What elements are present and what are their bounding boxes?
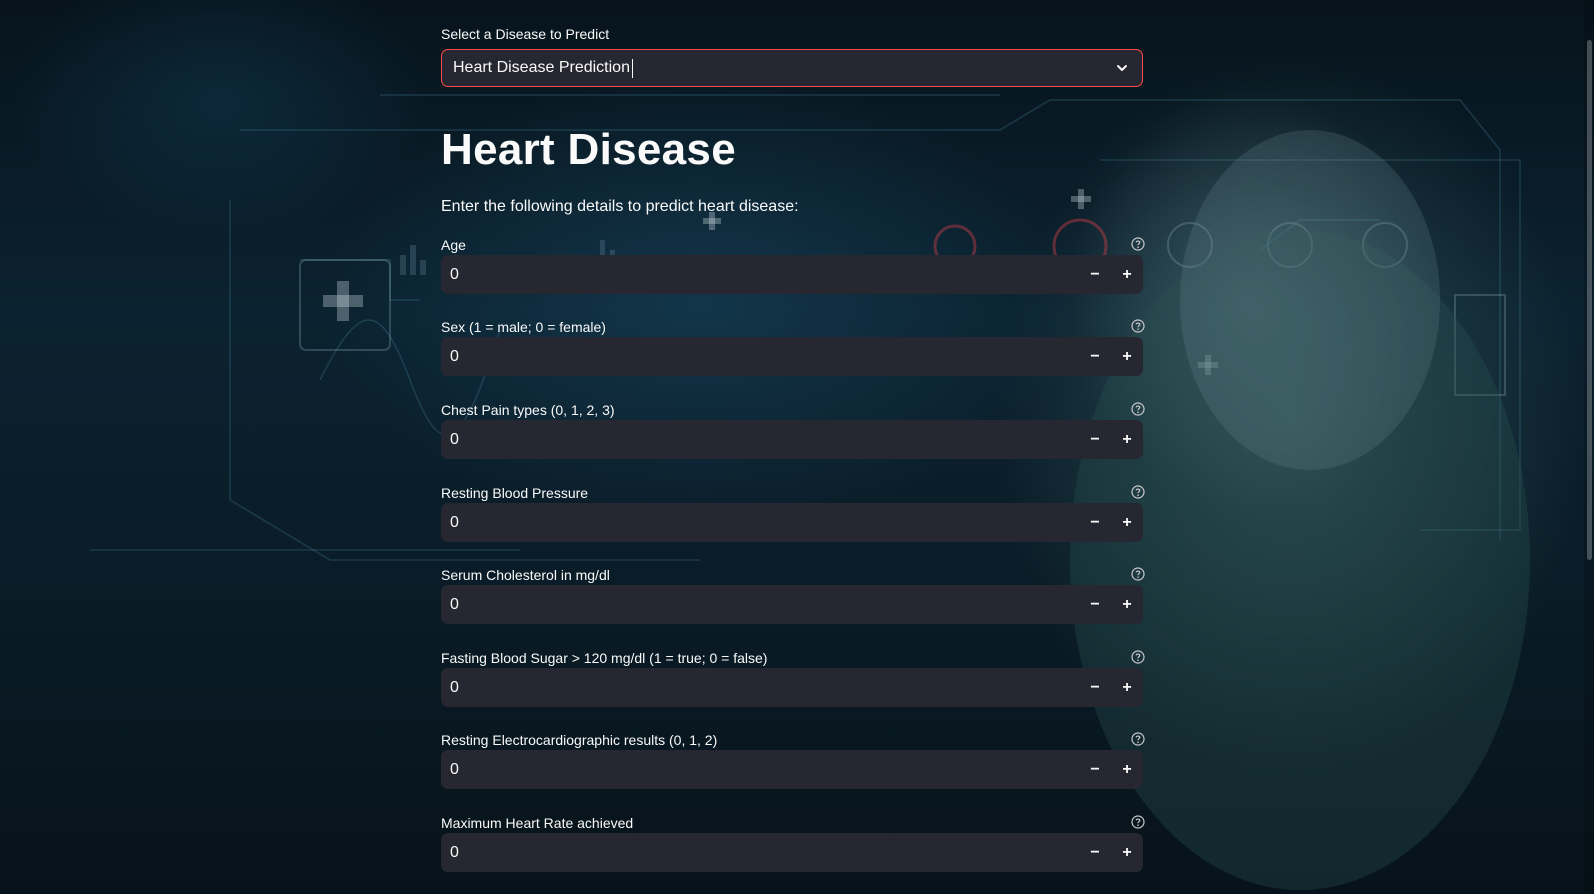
input-value[interactable]: 0 xyxy=(441,431,1079,449)
disease-select-label: Select a Disease to Predict xyxy=(441,26,610,42)
input-value[interactable]: 0 xyxy=(441,761,1079,779)
field-sex: Sex (1 = male; 0 = female) 0 − + xyxy=(441,318,1145,398)
scrollbar-thumb[interactable] xyxy=(1587,40,1592,560)
increment-button[interactable]: + xyxy=(1111,503,1143,542)
fasting-blood-sugar-input[interactable]: 0 − + xyxy=(441,668,1143,707)
field-resting-bp: Resting Blood Pressure 0 − + xyxy=(441,484,1145,564)
input-value[interactable]: 0 xyxy=(441,596,1079,614)
field-resting-ecg: Resting Electrocardiographic results (0,… xyxy=(441,731,1145,811)
increment-button[interactable]: + xyxy=(1111,255,1143,294)
help-circle-icon[interactable] xyxy=(1131,650,1145,664)
increment-button[interactable]: + xyxy=(1111,833,1143,872)
field-cholesterol: Serum Cholesterol in mg/dl 0 − + xyxy=(441,566,1145,646)
disease-select-value: Heart Disease Prediction xyxy=(453,59,630,76)
page-subtitle: Enter the following details to predict h… xyxy=(441,198,799,215)
sex-input[interactable]: 0 − + xyxy=(441,337,1143,376)
field-label: Maximum Heart Rate achieved xyxy=(441,815,634,831)
help-circle-icon[interactable] xyxy=(1131,567,1145,581)
field-label: Sex (1 = male; 0 = female) xyxy=(441,319,606,335)
help-circle-icon[interactable] xyxy=(1131,732,1145,746)
decrement-button[interactable]: − xyxy=(1079,337,1111,376)
input-value[interactable]: 0 xyxy=(441,266,1079,284)
decrement-button[interactable]: − xyxy=(1079,255,1111,294)
input-value[interactable]: 0 xyxy=(441,514,1079,532)
field-chest-pain: Chest Pain types (0, 1, 2, 3) 0 − + xyxy=(441,401,1145,481)
help-circle-icon[interactable] xyxy=(1131,237,1145,251)
increment-button[interactable]: + xyxy=(1111,420,1143,459)
decrement-button[interactable]: − xyxy=(1079,420,1111,459)
field-max-heart-rate: Maximum Heart Rate achieved 0 − + xyxy=(441,814,1145,894)
help-circle-icon[interactable] xyxy=(1131,815,1145,829)
field-label: Age xyxy=(441,237,466,253)
input-value[interactable]: 0 xyxy=(441,844,1079,862)
help-circle-icon[interactable] xyxy=(1131,485,1145,499)
decrement-button[interactable]: − xyxy=(1079,668,1111,707)
input-value[interactable]: 0 xyxy=(441,348,1079,366)
field-label: Resting Electrocardiographic results (0,… xyxy=(441,732,718,748)
resting-ecg-input[interactable]: 0 − + xyxy=(441,750,1143,789)
max-heart-rate-input[interactable]: 0 − + xyxy=(441,833,1143,872)
decrement-button[interactable]: − xyxy=(1079,585,1111,624)
input-value[interactable]: 0 xyxy=(441,679,1079,697)
field-label: Chest Pain types (0, 1, 2, 3) xyxy=(441,402,615,418)
cholesterol-input[interactable]: 0 − + xyxy=(441,585,1143,624)
text-cursor xyxy=(631,58,633,78)
field-age: Age 0 − + xyxy=(441,236,1145,316)
decrement-button[interactable]: − xyxy=(1079,750,1111,789)
field-label: Fasting Blood Sugar > 120 mg/dl (1 = tru… xyxy=(441,650,768,666)
field-label: Serum Cholesterol in mg/dl xyxy=(441,567,610,583)
help-circle-icon[interactable] xyxy=(1131,402,1145,416)
decrement-button[interactable]: − xyxy=(1079,833,1111,872)
resting-bp-input[interactable]: 0 − + xyxy=(441,503,1143,542)
decrement-button[interactable]: − xyxy=(1079,503,1111,542)
field-fasting-blood-sugar: Fasting Blood Sugar > 120 mg/dl (1 = tru… xyxy=(441,649,1145,729)
disease-select[interactable]: Heart Disease Prediction xyxy=(441,49,1143,87)
chest-pain-input[interactable]: 0 − + xyxy=(441,420,1143,459)
increment-button[interactable]: + xyxy=(1111,750,1143,789)
increment-button[interactable]: + xyxy=(1111,337,1143,376)
help-circle-icon[interactable] xyxy=(1131,319,1145,333)
chevron-down-icon[interactable] xyxy=(1116,62,1128,74)
page-title: Heart Disease xyxy=(441,125,736,174)
age-input[interactable]: 0 − + xyxy=(441,255,1143,294)
increment-button[interactable]: + xyxy=(1111,668,1143,707)
page-scrollbar[interactable] xyxy=(1584,0,1594,892)
increment-button[interactable]: + xyxy=(1111,585,1143,624)
field-label: Resting Blood Pressure xyxy=(441,485,589,501)
